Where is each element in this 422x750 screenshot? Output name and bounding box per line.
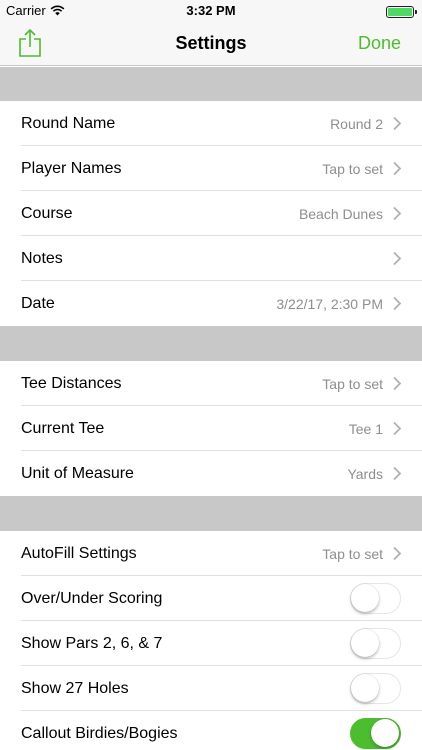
course-row[interactable]: Course Beach Dunes [0, 191, 422, 236]
row-label: Round Name [21, 114, 116, 132]
row-label: Notes [21, 249, 63, 267]
row-value: Tee 1 [348, 420, 383, 437]
player-names-row[interactable]: Player Names Tap to set [0, 146, 422, 191]
callout-birdies-bogies-row: Callout Birdies/Bogies [0, 711, 422, 750]
row-value: 3/22/17, 2:30 PM [276, 295, 383, 312]
row-value: Beach Dunes [298, 205, 383, 222]
chevron-right-icon [393, 466, 402, 481]
chevron-right-icon [393, 421, 402, 436]
tee-settings-section: Tee Distances Tap to set Current Tee Tee… [0, 361, 422, 496]
battery-icon [386, 6, 417, 18]
chevron-right-icon [393, 116, 402, 131]
row-label: Show 27 Holes [21, 679, 129, 697]
chevron-right-icon [393, 251, 402, 266]
row-label: Player Names [21, 159, 122, 177]
row-label: Callout Birdies/Bogies [21, 724, 178, 742]
section-separator [0, 67, 422, 101]
round-settings-section: Round Name Round 2 Player Names Tap to s… [0, 101, 422, 326]
date-row[interactable]: Date 3/22/17, 2:30 PM [0, 281, 422, 326]
row-value: Yards [347, 465, 383, 482]
chevron-right-icon [393, 206, 402, 221]
row-value: Tap to set [322, 545, 383, 562]
row-label: Unit of Measure [21, 464, 134, 482]
row-label: Over/Under Scoring [21, 589, 163, 607]
chevron-right-icon [393, 546, 402, 561]
current-tee-row[interactable]: Current Tee Tee 1 [0, 406, 422, 451]
over-under-scoring-row: Over/Under Scoring [0, 576, 422, 621]
status-bar: Carrier 3:32 PM [0, 0, 422, 22]
row-label: Tee Distances [21, 374, 122, 392]
callout-birdies-bogies-toggle[interactable] [350, 718, 401, 749]
chevron-right-icon [393, 376, 402, 391]
show-27-holes-toggle[interactable] [350, 673, 401, 704]
row-label: AutoFill Settings [21, 544, 137, 562]
show-pars-toggle[interactable] [350, 628, 401, 659]
row-label: Date [21, 294, 55, 312]
navigation-bar: Settings Done [0, 22, 422, 66]
row-value: Tap to set [322, 160, 383, 177]
show-27-holes-row: Show 27 Holes [0, 666, 422, 711]
autofill-settings-row[interactable]: AutoFill Settings Tap to set [0, 531, 422, 576]
done-button[interactable]: Done [358, 33, 401, 54]
row-label: Show Pars 2, 6, & 7 [21, 634, 163, 652]
chevron-right-icon [393, 161, 402, 176]
status-time: 3:32 PM [186, 3, 236, 18]
row-value: Round 2 [330, 115, 383, 132]
over-under-scoring-toggle[interactable] [350, 583, 401, 614]
section-separator [0, 496, 422, 531]
notes-row[interactable]: Notes [0, 236, 422, 281]
row-value: Tap to set [322, 375, 383, 392]
section-separator [0, 326, 422, 361]
unit-of-measure-row[interactable]: Unit of Measure Yards [0, 451, 422, 496]
row-label: Current Tee [21, 419, 105, 437]
scoring-settings-section: AutoFill Settings Tap to set Over/Under … [0, 531, 422, 750]
round-name-row[interactable]: Round Name Round 2 [0, 101, 422, 146]
chevron-right-icon [393, 296, 402, 311]
show-pars-row: Show Pars 2, 6, & 7 [0, 621, 422, 666]
row-label: Course [21, 204, 73, 222]
tee-distances-row[interactable]: Tee Distances Tap to set [0, 361, 422, 406]
